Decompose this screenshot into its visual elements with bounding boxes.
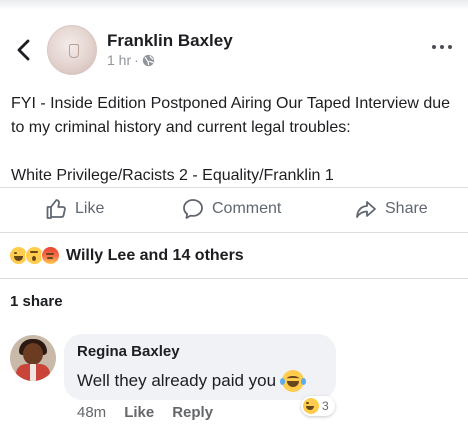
post-text-line-2: White Privilege/Racists 2 - Equality/Fra…	[11, 167, 334, 184]
comment-text-body: Well they already paid you	[77, 371, 277, 390]
top-edge	[0, 0, 468, 10]
laughing-tears-emoji-icon	[280, 370, 307, 392]
post-meta: 1 hr ·	[107, 52, 155, 68]
comment-reply-link[interactable]: Reply	[172, 404, 213, 421]
more-horizontal-icon[interactable]	[430, 42, 454, 52]
like-button[interactable]: Like	[44, 196, 104, 222]
comment-button-label: Comment	[212, 200, 282, 217]
chevron-left-icon[interactable]	[12, 38, 36, 62]
commenter-avatar[interactable]	[10, 335, 56, 381]
divider-top	[0, 187, 468, 188]
comment-timestamp: 48m	[77, 404, 107, 421]
comment-author-name[interactable]: Regina Baxley	[77, 343, 180, 360]
share-button[interactable]: Share	[354, 196, 428, 222]
comment-reaction-badge[interactable]: 3	[301, 396, 335, 416]
globe-icon	[142, 54, 154, 66]
comment-like-link[interactable]: Like	[124, 404, 154, 421]
like-button-label: Like	[75, 200, 105, 217]
share-button-label: Share	[385, 200, 428, 217]
share-arrow-icon	[356, 201, 376, 218]
post-author-name[interactable]: Franklin Baxley	[107, 31, 233, 51]
comment-text: Well they already paid you	[77, 370, 307, 392]
comment-reaction-count: 3	[322, 399, 329, 413]
comment-meta: 48m Like Reply	[77, 404, 213, 421]
share-count[interactable]: 1 share	[10, 293, 63, 310]
angry-emoji-icon	[41, 246, 60, 265]
author-avatar[interactable]	[47, 25, 97, 75]
meta-separator: ·	[134, 52, 139, 68]
reactions-summary[interactable]: Willy Lee and 14 others	[9, 246, 244, 265]
post-text-line-1: FYI - Inside Edition Postponed Airing Ou…	[11, 95, 451, 136]
post-text: FYI - Inside Edition Postponed Airing Ou…	[11, 92, 461, 188]
reactions-summary-text: Willy Lee and 14 others	[66, 246, 244, 264]
thumbs-up-icon	[46, 199, 66, 219]
comment-button[interactable]: Comment	[181, 196, 281, 222]
divider-reactions	[0, 278, 468, 279]
comment-icon	[183, 199, 203, 219]
post-timestamp[interactable]: 1 hr	[107, 52, 131, 68]
laugh-emoji-icon	[303, 398, 319, 414]
divider-actions	[0, 232, 468, 233]
